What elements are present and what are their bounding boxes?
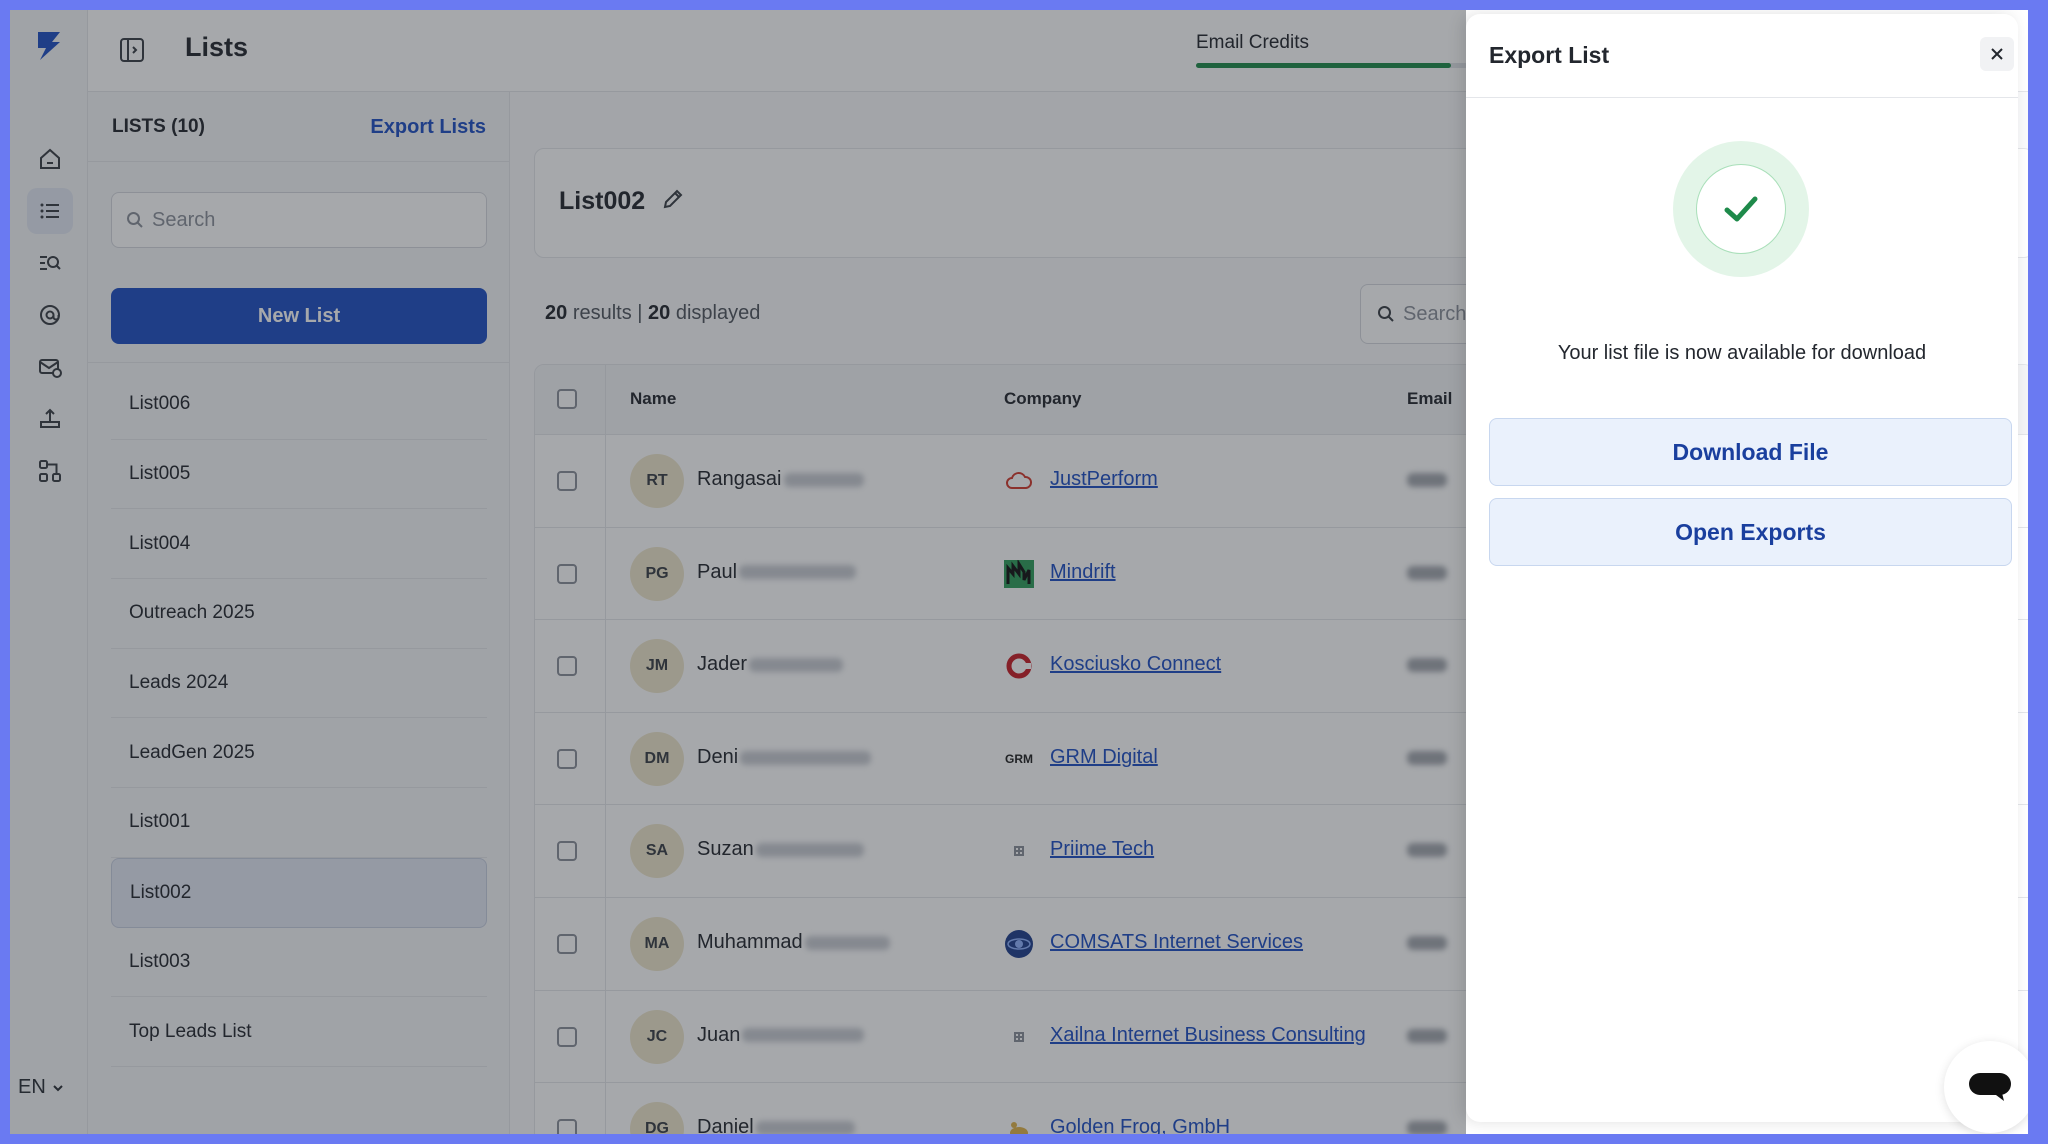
- close-button[interactable]: [1980, 37, 2014, 71]
- modal-overlay[interactable]: [10, 10, 1466, 1134]
- success-badge-inner: [1696, 164, 1786, 254]
- app-window: EN Lists Email Credits LISTS (10) Export…: [10, 10, 2028, 1134]
- drawer-title: Export List: [1489, 42, 1610, 68]
- export-list-drawer: Export List Your list file is now availa…: [1466, 14, 2018, 1122]
- download-file-button[interactable]: Download File: [1489, 418, 2012, 486]
- checkmark-icon: [1724, 196, 1758, 222]
- chat-icon: [1969, 1073, 2011, 1101]
- download-ready-message: Your list file is now available for down…: [1557, 342, 1927, 364]
- open-exports-button[interactable]: Open Exports: [1489, 498, 2012, 566]
- drawer-header: Export List: [1466, 14, 2018, 98]
- success-badge: [1673, 141, 1809, 277]
- chat-widget-button[interactable]: [1944, 1041, 2028, 1133]
- close-icon: [1991, 48, 2003, 60]
